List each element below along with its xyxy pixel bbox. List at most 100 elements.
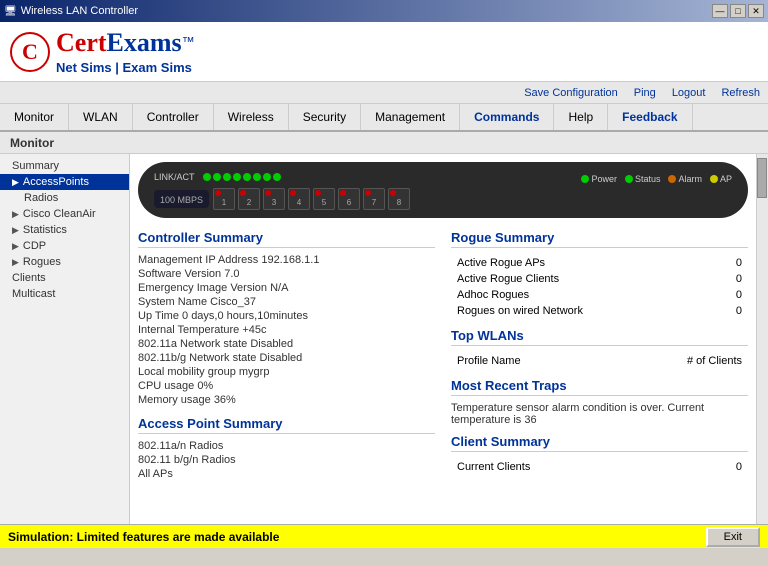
cleanair-label: Cisco CleanAir — [23, 208, 96, 220]
mobility-row: Local mobility group mygrp — [138, 366, 435, 378]
window-title-bar: 🖥 Wireless LAN Controller — □ ✕ — [0, 0, 768, 22]
wifi-a-label: 802.11a Network state — [138, 338, 250, 350]
cpu-value: 0% — [197, 380, 213, 392]
radios-label: Radios — [24, 192, 58, 204]
logout-link[interactable]: Logout — [672, 87, 706, 99]
sidebar-item-statistics[interactable]: ▶ Statistics — [0, 222, 129, 238]
window-title: 🖥 Wireless LAN Controller — [4, 5, 138, 17]
minimize-button[interactable]: — — [712, 4, 728, 18]
legend-alarm: Alarm — [668, 174, 702, 184]
speed-label: 100 MBPS — [160, 195, 203, 205]
sidebar: Summary ▶ AccessPoints Radios ▶ Cisco Cl… — [0, 154, 130, 524]
exit-button[interactable]: Exit — [706, 527, 760, 547]
temp-row: Internal Temperature +45c — [138, 324, 435, 336]
logo-icon: C — [10, 32, 50, 72]
main-panel: LINK/ACT — [130, 154, 756, 524]
ap-radio-bg-label: 802.11 b/g/n Radios — [138, 454, 236, 466]
temp-label: Internal Temperature — [138, 324, 242, 336]
sidebar-item-cdp[interactable]: ▶ CDP — [0, 238, 129, 254]
cpu-label: CPU usage — [138, 380, 197, 392]
close-button[interactable]: ✕ — [748, 4, 764, 18]
nav-controller[interactable]: Controller — [133, 104, 214, 130]
logo-tagline: Net Sims | Exam Sims — [56, 60, 195, 75]
sidebar-item-clients[interactable]: Clients — [0, 270, 129, 286]
nav-wlan[interactable]: WLAN — [69, 104, 133, 130]
system-name-value: Cisco_37 — [210, 296, 256, 308]
ap-port-2: 2 — [238, 188, 260, 210]
emergency-img-value: N/A — [270, 282, 288, 294]
monitor-label: Monitor — [10, 136, 54, 150]
rogue-clients-value: 0 — [718, 272, 746, 286]
legend-status: Status — [625, 174, 661, 184]
clients-count-header: # of Clients — [610, 354, 746, 368]
sidebar-item-rogues[interactable]: ▶ Rogues — [0, 254, 129, 270]
uptime-value: 0 days,0 hours,10minutes — [182, 310, 308, 322]
trademark: ™ — [182, 34, 195, 49]
sidebar-item-multicast[interactable]: Multicast — [0, 286, 129, 302]
ping-link[interactable]: Ping — [634, 87, 656, 99]
nav-wireless[interactable]: Wireless — [214, 104, 289, 130]
current-clients-row: Current Clients 0 — [453, 460, 746, 474]
save-config-link[interactable]: Save Configuration — [524, 87, 618, 99]
arrow-icon-stats: ▶ — [12, 225, 19, 236]
sidebar-item-access-points[interactable]: ▶ AccessPoints — [0, 174, 129, 190]
trap-message: Temperature sensor alarm condition is ov… — [451, 402, 748, 426]
ap-port-6: 6 — [338, 188, 360, 210]
main-nav: Monitor WLAN Controller Wireless Securit… — [0, 104, 768, 132]
wlans-header-row: Profile Name # of Clients — [453, 354, 746, 368]
link-act-label: LINK/ACT — [154, 172, 195, 182]
memory-row: Memory usage 36% — [138, 394, 435, 406]
arrow-icon-cdp: ▶ — [12, 241, 19, 252]
memory-value: 36% — [214, 394, 236, 406]
rogue-clients-row: Active Rogue Clients 0 — [453, 272, 746, 286]
ap-port-3: 3 — [263, 188, 285, 210]
current-clients-label: Current Clients — [453, 460, 701, 474]
nav-commands[interactable]: Commands — [460, 104, 554, 130]
mgmt-ip-label: Management IP Address — [138, 254, 261, 266]
multicast-label: Multicast — [12, 288, 55, 300]
refresh-link[interactable]: Refresh — [721, 87, 760, 99]
arrow-icon: ▶ — [12, 177, 19, 188]
wifi-bg-value: Disabled — [259, 352, 302, 364]
ap-radio-a-row: 802.11a/n Radios — [138, 440, 435, 452]
system-name-row: System Name Cisco_37 — [138, 296, 435, 308]
rogue-summary-table: Active Rogue APs 0 Active Rogue Clients … — [451, 254, 748, 320]
cpu-row: CPU usage 0% — [138, 380, 435, 392]
ap-port-5: 5 — [313, 188, 335, 210]
title-text: Wireless LAN Controller — [21, 5, 138, 17]
sidebar-item-cisco-cleanair[interactable]: ▶ Cisco CleanAir — [0, 206, 129, 222]
wifi-bg-row: 802.11b/g Network state Disabled — [138, 352, 435, 364]
scroll-thumb[interactable] — [757, 158, 767, 198]
profile-name-header: Profile Name — [453, 354, 608, 368]
ap-dot — [710, 175, 718, 183]
emergency-img-label: Emergency Image Version — [138, 282, 270, 294]
rogue-aps-label: Active Rogue APs — [453, 256, 716, 270]
logo-exams: Exams — [107, 28, 182, 57]
cdp-label: CDP — [23, 240, 46, 252]
memory-label: Memory usage — [138, 394, 214, 406]
temp-value: +45c — [242, 324, 266, 336]
nav-feedback[interactable]: Feedback — [608, 104, 692, 130]
arrow-icon-cleanair: ▶ — [12, 209, 19, 220]
sidebar-item-radios[interactable]: Radios — [0, 190, 129, 206]
maximize-button[interactable]: □ — [730, 4, 746, 18]
legend-power: Power — [581, 174, 617, 184]
sidebar-item-summary[interactable]: Summary — [0, 158, 129, 174]
app-icon: 🖥 — [4, 6, 17, 17]
ap-port-8: 8 — [388, 188, 410, 210]
nav-monitor[interactable]: Monitor — [0, 104, 69, 130]
sw-version-row: Software Version 7.0 — [138, 268, 435, 280]
wifi-bg-label: 802.11b/g Network state — [138, 352, 259, 364]
access-points-label: AccessPoints — [23, 176, 89, 188]
ap-summary-title: Access Point Summary — [138, 416, 435, 434]
all-aps-label: All APs — [138, 468, 173, 480]
adhoc-rogues-row: Adhoc Rogues 0 — [453, 288, 746, 302]
nav-management[interactable]: Management — [361, 104, 460, 130]
mobility-label: Local mobility group — [138, 366, 239, 378]
nav-security[interactable]: Security — [289, 104, 361, 130]
scroll-track[interactable] — [756, 154, 768, 524]
nav-help[interactable]: Help — [554, 104, 608, 130]
logo-bar: C CertExams™ Net Sims | Exam Sims — [0, 22, 768, 82]
mobility-value: mygrp — [239, 366, 270, 378]
mgmt-ip-value: 192.168.1.1 — [261, 254, 319, 266]
